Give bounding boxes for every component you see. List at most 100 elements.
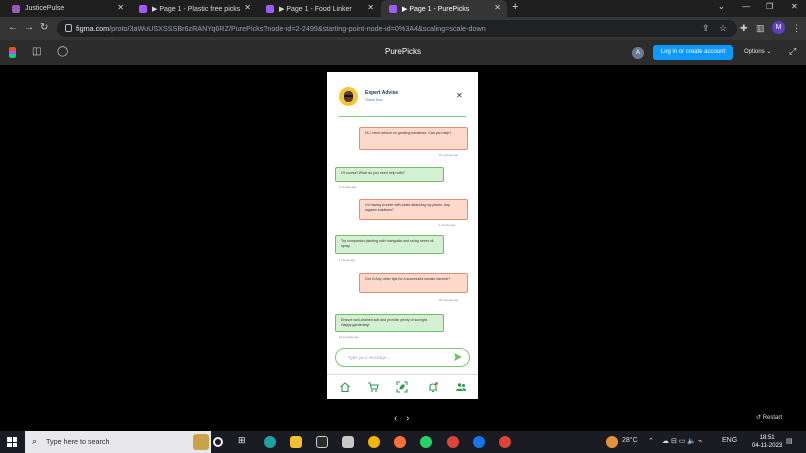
chat-message-user: Got it! Any other tips for a successful … — [359, 273, 468, 293]
maximize-icon[interactable]: ❐ — [766, 2, 773, 11]
chrome-profile-icon[interactable] — [473, 436, 485, 448]
tab-plastic-free-picks[interactable]: ▶ Page 1 - Plastic free picks ✕ — [131, 0, 257, 17]
tab-title: ▶ Page 1 - Food Linker — [279, 5, 352, 13]
home-icon[interactable] — [339, 381, 351, 393]
options-menu[interactable]: Options ⌄ — [744, 48, 771, 55]
browser-toolbar: ← → ↻ figma.com/proto/3aWuUSXSSSBr6zRANY… — [0, 17, 806, 40]
close-tab-icon[interactable]: ✕ — [117, 3, 124, 12]
chat-message-user: Hi, I need advice on growing tomatoes. C… — [359, 127, 468, 150]
figma-favicon-icon — [389, 4, 397, 13]
whatsapp-icon[interactable] — [420, 436, 432, 448]
cart-icon[interactable] — [367, 381, 379, 393]
tab-purepicks[interactable]: ▶ Page 1 - PurePicks ✕ — [381, 0, 507, 17]
previous-frame-icon[interactable]: ‹ — [394, 413, 397, 424]
community-icon[interactable] — [455, 381, 467, 393]
reload-icon[interactable]: ↻ — [40, 22, 48, 33]
fullscreen-icon[interactable]: ⤢ — [789, 46, 796, 57]
expert-avatar — [339, 87, 358, 106]
weather-icon[interactable] — [606, 436, 618, 448]
browser-menu-icon[interactable]: ⋮ — [792, 23, 801, 34]
figma-favicon-icon — [139, 4, 147, 13]
windows-start-icon[interactable] — [7, 437, 17, 447]
search-placeholder: Type here to search — [46, 437, 110, 446]
edge-browser-icon[interactable] — [264, 436, 276, 448]
address-bar[interactable]: figma.com/proto/3aWuUSXSSSBr6zRANYq6RZ/P… — [57, 20, 737, 37]
message-placeholder: Type your message... — [348, 355, 390, 360]
tab-favicon-icon — [12, 4, 20, 13]
extensions-icon[interactable]: ✚ — [740, 23, 748, 34]
figma-logo-icon[interactable] — [9, 47, 16, 58]
tab-search-chevron-icon[interactable]: ⌄ — [718, 2, 725, 11]
language-indicator[interactable]: ENG — [722, 437, 737, 444]
online-status: Online Now — [365, 98, 383, 102]
chat-screen: Expert Advise Online Now ✕ Hi, I need ad… — [327, 72, 478, 399]
tabbar-divider — [327, 374, 478, 375]
mail-icon[interactable] — [342, 436, 354, 448]
chat-message-expert: Try companion planting with marigolds an… — [335, 235, 444, 254]
profile-avatar[interactable]: M — [772, 21, 785, 34]
tab-food-linker[interactable]: ▶ Page 1 - Food Linker ✕ — [258, 0, 380, 17]
forward-icon[interactable]: → — [24, 22, 34, 33]
header-divider — [339, 116, 466, 117]
message-timestamp: 20 seconds ago — [439, 298, 459, 302]
weather-temperature[interactable]: 28°C — [622, 437, 638, 444]
chat-message-expert: Ensure well-drained soil and provide ple… — [335, 314, 444, 332]
chrome-profile-icon[interactable] — [499, 436, 511, 448]
close-tab-icon[interactable]: ✕ — [367, 3, 374, 12]
browser-tab-strip: JusticePulse ✕ ▶ Page 1 - Plastic free p… — [0, 0, 806, 17]
next-frame-icon[interactable]: › — [406, 413, 409, 424]
taskbar-clock[interactable]: 18:51 04-11-2023 — [752, 434, 782, 450]
notification-center-icon[interactable]: ▤ — [786, 437, 793, 445]
firefox-icon[interactable] — [394, 436, 406, 448]
figma-favicon-icon — [266, 4, 274, 13]
bookmark-star-icon[interactable]: ☆ — [719, 23, 727, 34]
clock-time: 18:51 — [759, 435, 775, 441]
message-timestamp: 2 minutes ago — [339, 185, 357, 189]
message-timestamp: 15 minutes ago — [439, 153, 459, 157]
tab-justicepulse[interactable]: JusticePulse ✕ — [4, 0, 130, 17]
sidebar-toggle-icon[interactable]: ◫ — [32, 46, 41, 57]
windows-taskbar: ⌕ Type here to search ⊞ 28°C ⌃ ☁ ⊟ ▭ 🔈 ⌁… — [0, 431, 806, 453]
task-view-icon[interactable]: ⊞ — [238, 435, 250, 447]
close-icon[interactable]: ✕ — [456, 92, 463, 100]
url-text: figma.com/proto/3aWuUSXSSSBr6zRANYq6RZ/P… — [76, 24, 486, 33]
close-window-icon[interactable]: ✕ — [791, 2, 798, 11]
back-icon[interactable]: ← — [8, 22, 18, 33]
chat-message-user: I'm having trouble with pests attacking … — [359, 199, 468, 220]
system-tray-icons[interactable]: ☁ ⊟ ▭ 🔈 ⌁ — [662, 437, 702, 445]
search-highlight-image — [193, 434, 209, 450]
taskbar-search-box[interactable]: ⌕ Type here to search — [25, 431, 211, 453]
message-timestamp: 10 seconds ago — [339, 335, 359, 339]
scan-leaf-icon[interactable] — [396, 381, 408, 393]
file-explorer-icon[interactable] — [290, 436, 302, 448]
login-button[interactable]: Log in or create account — [653, 45, 733, 60]
comment-icon[interactable]: ◯ — [57, 46, 68, 57]
tab-title: ▶ Page 1 - Plastic free picks — [152, 5, 241, 13]
tab-title: JusticePulse — [25, 5, 65, 12]
new-tab-icon[interactable]: + — [512, 1, 518, 13]
side-panel-icon[interactable]: ▥ — [756, 23, 765, 34]
send-icon[interactable] — [453, 352, 463, 362]
chrome-icon[interactable] — [368, 436, 380, 448]
chat-message-expert: Of course! What do you need help with? — [335, 167, 444, 182]
close-tab-icon[interactable]: ✕ — [494, 3, 501, 12]
expert-name: Expert Advise — [365, 90, 399, 96]
message-timestamp: 1 minute ago — [439, 223, 456, 227]
share-icon[interactable]: ⇪ — [702, 23, 710, 34]
user-avatar[interactable]: A — [632, 47, 644, 59]
minimize-icon[interactable]: — — [742, 2, 750, 11]
store-icon[interactable] — [316, 436, 328, 448]
show-hidden-icons-icon[interactable]: ⌃ — [648, 437, 654, 445]
close-tab-icon[interactable]: ✕ — [244, 3, 251, 12]
tab-title: ▶ Page 1 - PurePicks — [402, 5, 470, 13]
notification-bell-icon[interactable] — [427, 381, 439, 393]
message-timestamp: 1 minute ago — [339, 258, 356, 262]
lock-icon — [65, 24, 72, 32]
chrome-profile-icon[interactable] — [447, 436, 459, 448]
cortana-icon[interactable] — [213, 437, 223, 447]
prototype-title: PurePicks — [384, 47, 421, 56]
message-input[interactable]: Type your message... — [335, 348, 470, 367]
search-icon: ⌕ — [32, 436, 38, 446]
figma-prototype-bar: ◫ ◯ PurePicks A Log in or create account… — [0, 40, 806, 65]
restart-button[interactable]: ↺ Restart — [756, 414, 782, 421]
